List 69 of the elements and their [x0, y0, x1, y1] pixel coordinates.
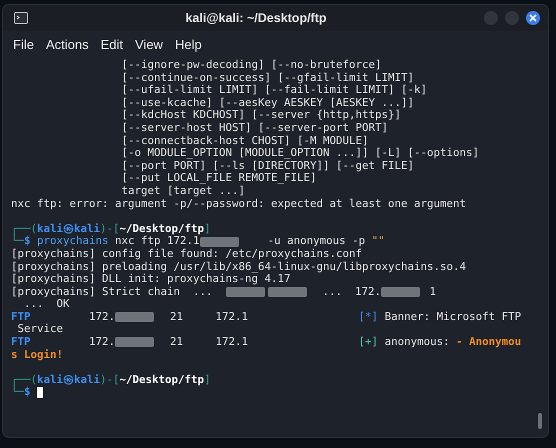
prompt-frame: )-[ — [100, 222, 120, 236]
terminal-text: [proxychains] config file found: /etc/proxychains.conf — [11, 248, 362, 260]
prompt-frame: )-[ — [100, 374, 120, 386]
menu-item[interactable]: File — [7, 34, 40, 54]
terminal-text: 172. — [88, 310, 116, 324]
terminal-text: [proxychains] Strict chain ... — [11, 286, 214, 298]
usage-text: [--use-kcache] [--aesKey AESKEY [AESKEY ...]] — [122, 96, 414, 110]
usage-text: [--ignore-pw-decoding] [--no-bruteforce] — [122, 59, 382, 72]
menu-item[interactable]: Edit — [94, 34, 129, 54]
close-icon — [529, 14, 537, 22]
prompt-frame: └─ — [11, 235, 24, 248]
terminal-text: 21 172.1 — [169, 336, 248, 349]
redacted-block — [115, 337, 154, 348]
terminal-text: Banner: Microsoft FTP — [384, 310, 522, 324]
usage-text: target [target ...] — [122, 184, 246, 198]
prompt-user: $ — [24, 235, 31, 248]
prompt-user: kali㉿kali — [37, 222, 100, 236]
usage-text: [--put LOCAL_FILE REMOTE_FILE] — [122, 172, 317, 185]
quoted-argument: "" — [372, 235, 385, 248]
window-title: kali@kali: ~/Desktop/ftp — [184, 11, 328, 25]
menu-item[interactable]: View — [129, 34, 169, 54]
protocol-label: FTP — [11, 310, 31, 324]
prompt-frame: └─ — [11, 386, 24, 400]
scrollbar-thumb[interactable] — [538, 413, 542, 429]
prompt-frame: ┌──( — [11, 222, 38, 236]
prompt-path: ~/Desktop/ftp — [120, 222, 204, 236]
redacted-block — [226, 286, 265, 297]
terminal-text: ... 172. — [322, 286, 382, 298]
success-message: s Login! — [11, 348, 64, 362]
prompt-user: $ — [24, 386, 31, 400]
terminal-text: 172. — [88, 336, 116, 349]
redacted-block — [200, 236, 239, 247]
maximize-button[interactable] — [505, 11, 519, 25]
text-cursor — [37, 387, 44, 398]
usage-text: [--ufail-limit LIMIT] [--fail-limit LIMIT] [-k] — [122, 84, 428, 97]
terminal-icon — [14, 12, 28, 24]
terminal-text: -u anonymous -p — [266, 235, 366, 248]
usage-text: [--server-host HOST] [--server-port PORT] — [122, 122, 388, 135]
usage-text: [--continue-on-success] [--gfail-limit LIMIT] — [122, 72, 414, 84]
redacted-block — [268, 286, 307, 297]
terminal-text: [proxychains] preloading /usr/lib/x86_64-linux-gnu/libproxychains.so.4 — [11, 260, 466, 274]
info-marker: [*] — [358, 310, 378, 324]
terminal-text: 21 172.1 — [169, 310, 248, 324]
usage-text: [--port PORT] [--ls [DIRECTORY]] [--get FILE] — [122, 160, 414, 172]
close-button[interactable] — [526, 11, 540, 25]
success-marker: [+] — [358, 336, 378, 349]
menu-item[interactable]: Help — [168, 34, 208, 54]
terminal-text: nxc ftp: error: argument -p/--password: expected at least one argument — [11, 198, 466, 210]
prompt-user: kali㉿kali — [37, 374, 100, 386]
prompt-frame: ] — [204, 374, 211, 386]
redacted-block — [115, 312, 154, 322]
terminal-text: nxc ftp 172.1 — [114, 235, 200, 248]
terminal-text: anonymous: — [384, 336, 451, 349]
usage-text: [--connectback-host CHOST] [-M MODULE] — [122, 134, 369, 148]
redacted-block — [381, 286, 420, 297]
command-name: proxychains — [37, 235, 109, 248]
terminal-text: 1 — [428, 286, 436, 298]
prompt-frame: ┌──( — [11, 374, 38, 386]
usage-text: [-o MODULE_OPTION [MODULE_OPTION ...]] [-L] [--options] — [122, 147, 480, 160]
menu-item[interactable]: Actions — [40, 34, 95, 54]
prompt-path: ~/Desktop/ftp — [120, 374, 204, 386]
terminal-text: [proxychains] DLL init: proxychains-ng 4.17 — [11, 273, 291, 286]
minimize-button[interactable] — [484, 11, 498, 25]
protocol-label: FTP — [11, 336, 31, 349]
terminal-text: Service — [16, 323, 64, 336]
success-message: - Anonymou — [456, 336, 522, 349]
terminal-text: ... OK — [24, 298, 70, 311]
prompt-frame: ] — [204, 222, 211, 236]
usage-text: [--kdcHost KDCHOST] [--server {http,https}] — [122, 109, 402, 122]
